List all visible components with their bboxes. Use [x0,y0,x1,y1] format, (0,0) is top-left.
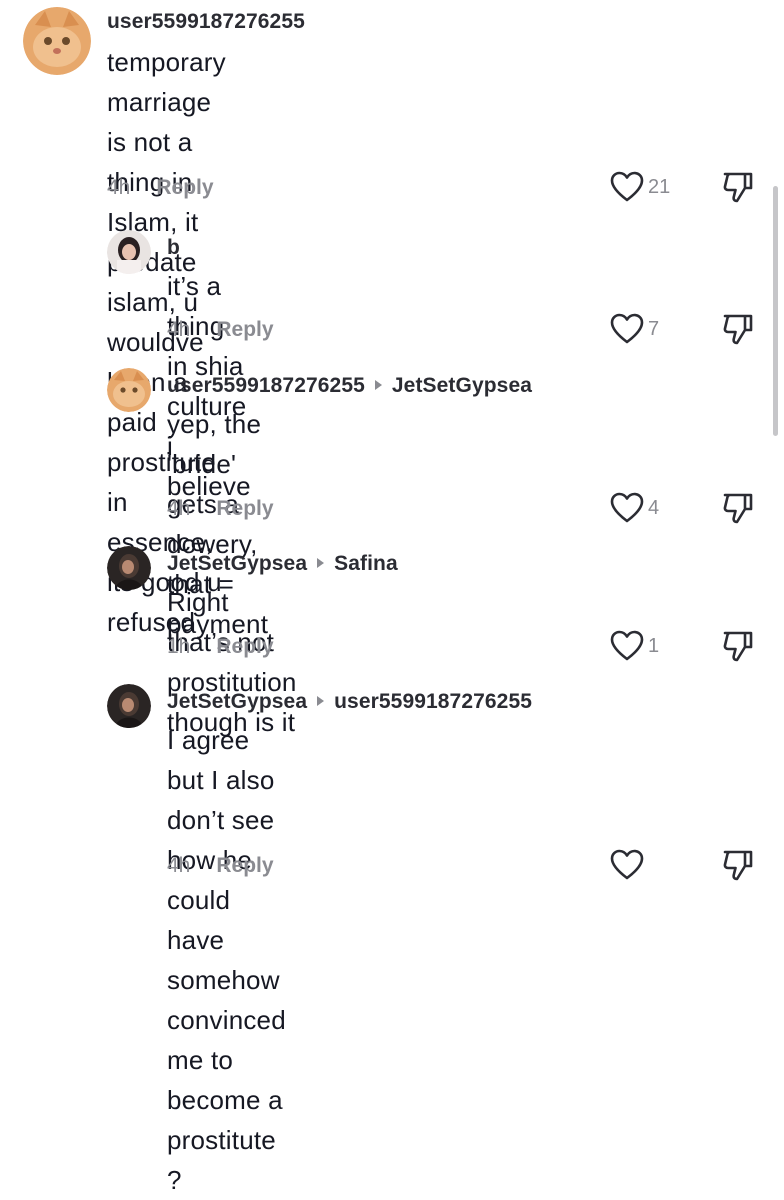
orange-cat-avatar[interactable] [107,368,151,412]
dark-hair-avatar[interactable] [107,546,151,590]
scrollbar[interactable] [773,186,778,436]
comment-meta: 4h Reply [167,497,274,521]
thumbs-down-icon[interactable] [721,312,755,346]
thumbs-down-icon[interactable] [721,170,755,204]
like-button[interactable]: 7 [610,313,659,345]
orange-cat-avatar[interactable] [23,7,91,75]
thumbs-down-icon[interactable] [721,629,755,663]
like-count: 4 [648,496,660,519]
comment-text: I agree but I also don’t see how he coul… [167,720,286,1200]
reply-button[interactable]: Reply [216,497,273,520]
reply-to-username[interactable]: user5599187276255 [334,690,532,713]
reply-arrow-icon [317,696,325,707]
reply-arrow-icon [317,558,325,569]
username-link[interactable]: JetSetGypsea [167,552,307,575]
timestamp: 4h [167,497,191,520]
reply-button[interactable]: Reply [216,318,273,341]
timestamp: 1h [167,635,191,658]
like-count: 7 [648,317,660,340]
timestamp: 4h [167,318,191,341]
heart-icon [610,849,644,880]
comment-meta: 4h Reply [167,318,274,342]
thumbs-down-icon[interactable] [721,848,755,882]
comment-line: I agree but I also don’t see how he coul… [167,725,275,915]
comment-meta: 1h Reply [167,635,274,659]
reply-button[interactable]: Reply [216,635,273,658]
username-link[interactable]: JetSetGypsea [167,690,307,713]
like-button[interactable]: 21 [610,171,670,203]
like-count: 21 [648,175,671,198]
timestamp: 4h [107,176,131,199]
comment-line: have somehow convinced me to become a [167,925,286,1115]
timestamp: 4h [167,854,191,877]
reply-arrow-icon [374,380,382,391]
username-link[interactable]: user5599187276255 [167,374,365,397]
comment-meta: 4h Reply [107,176,214,200]
comment-username[interactable]: JetSetGypsea Safina [167,552,398,576]
person-avatar[interactable] [107,230,151,274]
comment-username[interactable]: user5599187276255 [107,10,305,34]
username-link[interactable]: user5599187276255 [107,10,305,33]
like-button[interactable]: 1 [610,630,659,662]
comment-username[interactable]: user5599187276255 JetSetGypsea [167,374,532,398]
heart-icon [610,630,644,661]
reply-button[interactable]: Reply [156,176,213,199]
heart-icon [610,171,644,202]
comment-username[interactable]: b [167,236,180,260]
username-link[interactable]: b [167,236,180,259]
dark-hair-avatar[interactable] [107,684,151,728]
like-button[interactable]: 4 [610,492,659,524]
comment-username[interactable]: JetSetGypsea user5599187276255 [167,690,532,714]
like-button[interactable] [610,849,648,881]
comment-line: temporary marriage is not a thing in Isl… [107,47,226,237]
thumbs-down-icon[interactable] [721,491,755,525]
comment-line: prostitute ? [167,1125,276,1195]
heart-icon [610,313,644,344]
reply-to-username[interactable]: Safina [334,552,398,575]
reply-button[interactable]: Reply [216,854,273,877]
comment-line: Right that’s not prostitution though is … [167,587,297,737]
reply-to-username[interactable]: JetSetGypsea [392,374,532,397]
comment-text: Right that’s not prostitution though is … [167,582,297,742]
like-count: 1 [648,634,660,657]
heart-icon [610,492,644,523]
comment-meta: 4h Reply [167,854,274,878]
